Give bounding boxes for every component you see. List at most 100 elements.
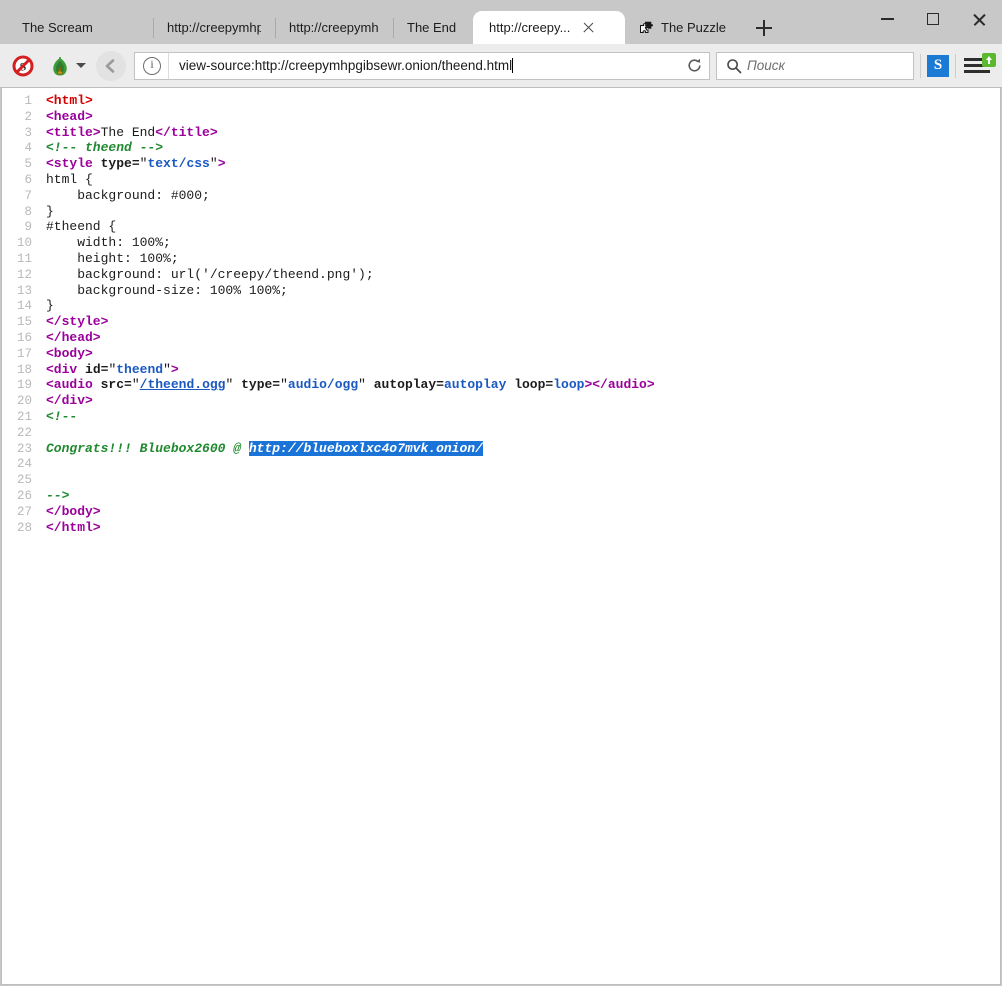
tab-label: The Scream bbox=[22, 20, 93, 35]
chevron-down-icon[interactable] bbox=[76, 63, 86, 68]
code-token: <!-- theend --> bbox=[46, 140, 163, 155]
line-number: 18 bbox=[2, 363, 32, 379]
code-token: autoplay= bbox=[374, 377, 444, 392]
code-token: > bbox=[218, 156, 226, 171]
tab-label: http://creepymhp... bbox=[289, 20, 379, 35]
code-token: audio/ogg bbox=[288, 377, 358, 392]
maximize-button[interactable] bbox=[910, 0, 956, 38]
code-token: html { bbox=[46, 172, 93, 187]
source-line: 11 height: 100%; bbox=[2, 251, 1000, 267]
selected-url[interactable]: http://blueboxlxc4o7mvk.onion/ bbox=[249, 441, 483, 456]
code-token: type= bbox=[101, 156, 140, 171]
source-line: 22 bbox=[2, 425, 1000, 441]
source-line: 7 background: #000; bbox=[2, 188, 1000, 204]
source-line: 17<body> bbox=[2, 346, 1000, 362]
code-token: background-size: 100% 100%; bbox=[46, 283, 288, 298]
source-line: 1<html> bbox=[2, 93, 1000, 109]
minimize-icon bbox=[881, 18, 894, 20]
code-token: text/css bbox=[147, 156, 209, 171]
line-number: 12 bbox=[2, 268, 32, 284]
hamburger-line bbox=[964, 70, 990, 73]
line-number: 26 bbox=[2, 489, 32, 505]
code-token: theend bbox=[116, 362, 163, 377]
url-bar[interactable]: view-source:http://creepymhpgibsewr.onio… bbox=[134, 52, 710, 80]
code-token: <title> bbox=[46, 125, 101, 140]
line-number: 3 bbox=[2, 126, 32, 142]
line-number: 2 bbox=[2, 110, 32, 126]
line-number: 27 bbox=[2, 505, 32, 521]
search-icon bbox=[725, 57, 743, 75]
back-button[interactable] bbox=[96, 51, 126, 81]
window-controls bbox=[864, 0, 1002, 38]
code-token: " bbox=[163, 362, 171, 377]
source-line: 5<style type="text/css"> bbox=[2, 156, 1000, 172]
code-token: width: 100%; bbox=[46, 235, 171, 250]
source-line: 10 width: 100%; bbox=[2, 235, 1000, 251]
tab-2[interactable]: http://creepymhp... bbox=[275, 11, 393, 44]
code-token: id= bbox=[85, 362, 108, 377]
line-number: 9 bbox=[2, 220, 32, 236]
source-line: 27</body> bbox=[2, 504, 1000, 520]
source-line: 2 <head> bbox=[2, 109, 1000, 125]
tab-5[interactable]: The Puzzle Ma... bbox=[625, 11, 743, 44]
update-available-badge bbox=[982, 53, 996, 67]
source-line: 8} bbox=[2, 204, 1000, 220]
new-tab-button[interactable] bbox=[755, 19, 773, 37]
tor-onion-icon[interactable] bbox=[48, 55, 72, 77]
code-token: <audio bbox=[46, 377, 93, 392]
source-link[interactable]: /theend.ogg bbox=[140, 377, 226, 392]
url-input[interactable]: view-source:http://creepymhpgibsewr.onio… bbox=[169, 58, 679, 73]
line-number: 7 bbox=[2, 189, 32, 205]
tab-4[interactable]: http://creepy... bbox=[473, 11, 625, 44]
reload-button[interactable] bbox=[679, 57, 709, 74]
line-number: 6 bbox=[2, 173, 32, 189]
search-box[interactable]: Поиск bbox=[716, 52, 914, 80]
code-token: height: 100%; bbox=[46, 251, 179, 266]
code-token: <!-- bbox=[46, 409, 77, 424]
code-token: src= bbox=[101, 377, 132, 392]
reload-icon bbox=[686, 57, 703, 74]
line-number: 22 bbox=[2, 426, 32, 442]
navigation-toolbar: S view-source:http://creepymhpgibse bbox=[0, 44, 1002, 88]
tab-0[interactable]: The Scream bbox=[8, 11, 153, 44]
code-token: loop bbox=[553, 377, 584, 392]
line-number: 4 bbox=[2, 141, 32, 157]
minimize-button[interactable] bbox=[864, 0, 910, 38]
code-token: </html> bbox=[46, 520, 101, 535]
code-token bbox=[93, 156, 101, 171]
tab-strip: The Scream http://creepymhp... http://cree… bbox=[8, 0, 852, 44]
line-number: 11 bbox=[2, 252, 32, 268]
code-token: </title> bbox=[155, 125, 217, 140]
source-view-panel[interactable]: 1<html>2<head>3<title>The End</title>4<!… bbox=[1, 88, 1001, 985]
tab-label: http://creepymhp... bbox=[167, 20, 261, 35]
line-number: 16 bbox=[2, 331, 32, 347]
tab-bar: The Scream http://creepymhp... http://cree… bbox=[0, 0, 1002, 44]
hamburger-menu-button[interactable] bbox=[962, 53, 996, 79]
code-token: background: url('/creepy/theend.png'); bbox=[46, 267, 374, 282]
search-input[interactable]: Поиск bbox=[747, 58, 785, 73]
code-token: <head> bbox=[46, 109, 93, 124]
line-number: 20 bbox=[2, 394, 32, 410]
noscript-icon[interactable]: S bbox=[12, 55, 34, 77]
tab-label: http://creepy... bbox=[489, 20, 570, 35]
line-number: 8 bbox=[2, 205, 32, 221]
tab-1[interactable]: http://creepymhp... bbox=[153, 11, 275, 44]
skype-button[interactable]: S bbox=[927, 55, 949, 77]
line-number: 5 bbox=[2, 157, 32, 173]
source-line: 18<div id="theend"> bbox=[2, 362, 1000, 378]
info-circle-icon[interactable] bbox=[143, 57, 161, 75]
url-text: view-source:http://creepymhpgibsewr.onio… bbox=[179, 58, 512, 73]
close-window-button[interactable] bbox=[956, 0, 1002, 38]
code-token: </div> bbox=[46, 393, 93, 408]
tab-3[interactable]: The End bbox=[393, 11, 473, 44]
source-line: 14} bbox=[2, 298, 1000, 314]
maximize-icon bbox=[927, 13, 939, 25]
source-line: 3<title>The End</title> bbox=[2, 125, 1000, 141]
tab-close-button[interactable] bbox=[580, 19, 597, 36]
code-token bbox=[93, 377, 101, 392]
code-token: </audio> bbox=[592, 377, 654, 392]
source-line: 28</html> bbox=[2, 520, 1000, 536]
source-line: 9#theend { bbox=[2, 219, 1000, 235]
code-token: " bbox=[280, 377, 288, 392]
browser-window: The Scream http://creepymhp... http://cree… bbox=[0, 0, 1002, 986]
